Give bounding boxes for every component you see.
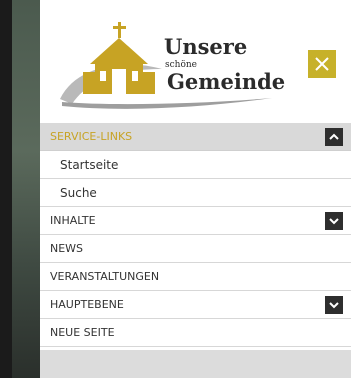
background-edge	[0, 0, 12, 378]
menu-item-label: VERANSTALTUNGEN	[50, 270, 160, 283]
logo-title-line1: Unsere	[164, 34, 248, 59]
site-logo[interactable]: Unsere schöne Gemeinde	[52, 14, 292, 114]
chevron-down-icon	[329, 302, 339, 309]
main-menu: SERVICE-LINKS Startseite Suche INHALTE N…	[40, 123, 351, 347]
menu-footer-area	[40, 350, 351, 378]
menu-item-label: HAUPTEBENE	[50, 298, 124, 311]
chevron-down-icon	[329, 218, 339, 225]
menu-item-news[interactable]: NEWS	[40, 235, 351, 263]
menu-item-service-links[interactable]: SERVICE-LINKS	[40, 123, 351, 151]
menu-item-neue-seite[interactable]: NEUE SEITE	[40, 319, 351, 347]
menu-item-label: SERVICE-LINKS	[50, 130, 133, 143]
chevron-up-icon	[329, 133, 339, 140]
menu-item-label: INHALTE	[50, 214, 96, 227]
menu-item-label: Suche	[60, 186, 97, 200]
menu-item-label: NEWS	[50, 242, 84, 255]
collapse-service-links-button[interactable]	[325, 128, 343, 146]
menu-subitem-startseite[interactable]: Startseite	[40, 151, 351, 179]
close-icon	[315, 57, 329, 71]
menu-item-label: Startseite	[60, 158, 119, 172]
close-menu-button[interactable]	[308, 50, 336, 78]
logo-title-line3: Gemeinde	[167, 69, 286, 94]
mobile-nav-panel: Unsere schöne Gemeinde SERVICE-LINKS Sta…	[40, 0, 351, 378]
menu-item-hauptebene[interactable]: HAUPTEBENE	[40, 291, 351, 319]
menu-subitem-suche[interactable]: Suche	[40, 179, 351, 207]
menu-item-veranstaltungen[interactable]: VERANSTALTUNGEN	[40, 263, 351, 291]
expand-hauptebene-button[interactable]	[325, 296, 343, 314]
expand-inhalte-button[interactable]	[325, 212, 343, 230]
menu-item-label: NEUE SEITE	[50, 326, 115, 339]
menu-item-inhalte[interactable]: INHALTE	[40, 207, 351, 235]
